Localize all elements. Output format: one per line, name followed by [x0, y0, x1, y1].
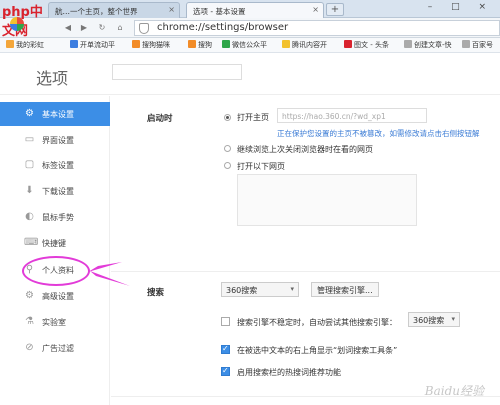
selection-toolbar-checkbox[interactable]	[221, 344, 230, 354]
settings-search-input[interactable]	[112, 64, 242, 80]
startup-pages-radio[interactable]	[224, 162, 231, 169]
keyboard-icon: ⌨	[24, 237, 39, 248]
sidebar-item-basic[interactable]: ⚙ 基本设置	[0, 102, 110, 126]
sidebar-item-download[interactable]: ⬇ 下载设置	[0, 179, 110, 203]
tab-settings[interactable]: 选项 - 基本设置 ×	[186, 2, 324, 18]
close-icon[interactable]: ×	[312, 5, 319, 14]
mouse-icon: ◐	[25, 211, 34, 222]
tab-label: 航…一个主页，整个世界	[55, 7, 138, 16]
settings-sidebar: ⚙ 基本设置 ▭ 界面设置 ▢ 标签设置 ⬇ 下载设置 ◐ 鼠标手势 ⌨ 快捷键…	[0, 96, 110, 405]
hot-search-checkbox[interactable]	[221, 366, 230, 376]
fallback-engine-select[interactable]: 360搜索 ▾	[408, 312, 460, 327]
window-controls[interactable]: – □ ×	[428, 2, 494, 12]
startup-homepage-radio[interactable]	[224, 114, 231, 121]
section-divider	[111, 271, 500, 272]
bookmark-item[interactable]: 搜狗	[188, 40, 212, 50]
sidebar-item-tabs[interactable]: ▢ 标签设置	[0, 153, 110, 177]
search-engine-select[interactable]: 360搜索 ▾	[221, 282, 299, 297]
startup-section-label: 启动时	[147, 114, 173, 124]
sidebar-item-label: 实验室	[42, 318, 66, 327]
chevron-down-icon: ▾	[290, 285, 294, 293]
bookmark-icon	[404, 40, 412, 48]
bookmark-item[interactable]: 我的彩虹	[6, 40, 44, 50]
sidebar-item-mouse-gestures[interactable]: ◐ 鼠标手势	[0, 205, 110, 229]
sidebar-item-label: 鼠标手势	[42, 213, 74, 222]
bookmark-item[interactable]: 百家号	[462, 40, 493, 50]
navigation-bar: ◀ ▶ ↻ ⌂ chrome://settings/browser	[0, 18, 500, 38]
chevron-down-icon: ▾	[451, 315, 455, 323]
auto-fallback-label: 搜索引擎不稳定时，自动尝试其他搜索引擎：	[237, 318, 397, 327]
bookmark-item[interactable]: 开单流动平	[70, 40, 115, 50]
refresh-icon[interactable]: ↻	[96, 22, 108, 34]
tab-label: 选项 - 基本设置	[193, 7, 246, 16]
homepage-url-field[interactable]: https://hao.360.cn/?wd_xp1	[277, 108, 427, 123]
sidebar-item-label: 广告过滤	[42, 344, 74, 353]
browser-logo-icon	[10, 17, 24, 31]
advanced-icon: ⚙	[25, 290, 34, 301]
sidebar-item-label: 标签设置	[42, 161, 74, 170]
bookmark-item[interactable]: 创建文章-快	[404, 40, 452, 50]
watermark: Baidu经验	[424, 384, 484, 398]
sidebar-item-label: 高级设置	[42, 292, 74, 301]
address-bar[interactable]: chrome://settings/browser	[134, 20, 500, 36]
bookmark-icon	[462, 40, 470, 48]
bookmarks-bar: 我的彩虹 开单流动平 搜狗猫咪 搜狗 微信公众平 腾讯内容开 图文 - 头条 创…	[0, 38, 500, 53]
bookmark-item[interactable]: 搜狗猫咪	[132, 40, 170, 50]
homepage-protect-note: 正在保护您设置的主页不被篡改，如需修改请点击右侧按钮解	[277, 129, 480, 138]
bookmark-icon	[344, 40, 352, 48]
bookmark-item[interactable]: 腾讯内容开	[282, 40, 327, 50]
startup-restore-radio[interactable]	[224, 145, 231, 152]
back-icon[interactable]: ◀	[62, 22, 74, 34]
tab-strip: 航…一个主页，整个世界 × 选项 - 基本设置 × + – □ ×	[0, 0, 500, 18]
page-header: 选项	[0, 53, 500, 95]
selection-toolbar-label: 在被选中文本的右上角显示“划词搜索工具条”	[237, 346, 398, 355]
tab-home[interactable]: 航…一个主页，整个世界 ×	[48, 2, 180, 18]
startup-pages-label: 打开以下网页	[237, 162, 285, 171]
sidebar-item-shortcuts[interactable]: ⌨ 快捷键	[0, 231, 110, 255]
sidebar-item-interface[interactable]: ▭ 界面设置	[0, 128, 110, 152]
startup-pages-list[interactable]	[237, 174, 417, 226]
bookmark-icon	[188, 40, 196, 48]
bookmark-item[interactable]: 微信公众平	[222, 40, 267, 50]
bookmark-icon	[282, 40, 290, 48]
sidebar-item-label: 基本设置	[42, 110, 74, 119]
bookmark-icon	[222, 40, 230, 48]
block-icon: ⊘	[25, 342, 34, 353]
bookmark-icon	[70, 40, 78, 48]
lab-icon: ⚗	[25, 316, 34, 327]
search-engine-value: 360搜索	[226, 286, 258, 295]
settings-main: 启动时 打开主页 https://hao.360.cn/?wd_xp1 正在保护…	[111, 96, 500, 405]
window-icon: ▭	[24, 134, 35, 145]
sidebar-item-advanced[interactable]: ⚙ 高级设置	[0, 284, 110, 308]
tab-icon: ▢	[24, 159, 35, 170]
download-icon: ⬇	[25, 185, 34, 196]
forward-icon[interactable]: ▶	[78, 22, 90, 34]
sidebar-item-label: 快捷键	[42, 239, 66, 248]
search-section-label: 搜索	[147, 288, 165, 298]
address-url: chrome://settings/browser	[157, 22, 289, 33]
shield-icon	[139, 23, 149, 34]
manage-search-engines-button[interactable]: 管理搜索引擎...	[311, 282, 379, 297]
php-logo: php中文网	[2, 1, 54, 39]
bookmark-item[interactable]: 图文 - 头条	[344, 40, 389, 50]
home-icon[interactable]: ⌂	[114, 22, 126, 34]
auto-fallback-checkbox[interactable]	[221, 317, 230, 326]
sidebar-item-label: 下载设置	[42, 187, 74, 196]
sidebar-item-label: 界面设置	[42, 136, 74, 145]
annotation-ellipse	[22, 256, 90, 286]
bookmark-icon	[132, 40, 140, 48]
hot-search-label: 启用搜索栏的热搜词推荐功能	[237, 368, 341, 377]
sidebar-item-lab[interactable]: ⚗ 实验室	[0, 310, 110, 334]
new-tab-button[interactable]: +	[326, 3, 344, 16]
startup-restore-label: 继续浏览上次关闭浏览器时在看的网页	[237, 145, 373, 154]
gear-icon: ⚙	[25, 108, 34, 119]
close-icon[interactable]: ×	[168, 5, 175, 14]
page-title: 选项	[36, 69, 69, 88]
fallback-engine-value: 360搜索	[413, 316, 445, 325]
sidebar-item-adblock[interactable]: ⊘ 广告过滤	[0, 336, 110, 360]
bookmark-icon	[6, 40, 14, 48]
startup-homepage-label: 打开主页	[237, 113, 269, 122]
